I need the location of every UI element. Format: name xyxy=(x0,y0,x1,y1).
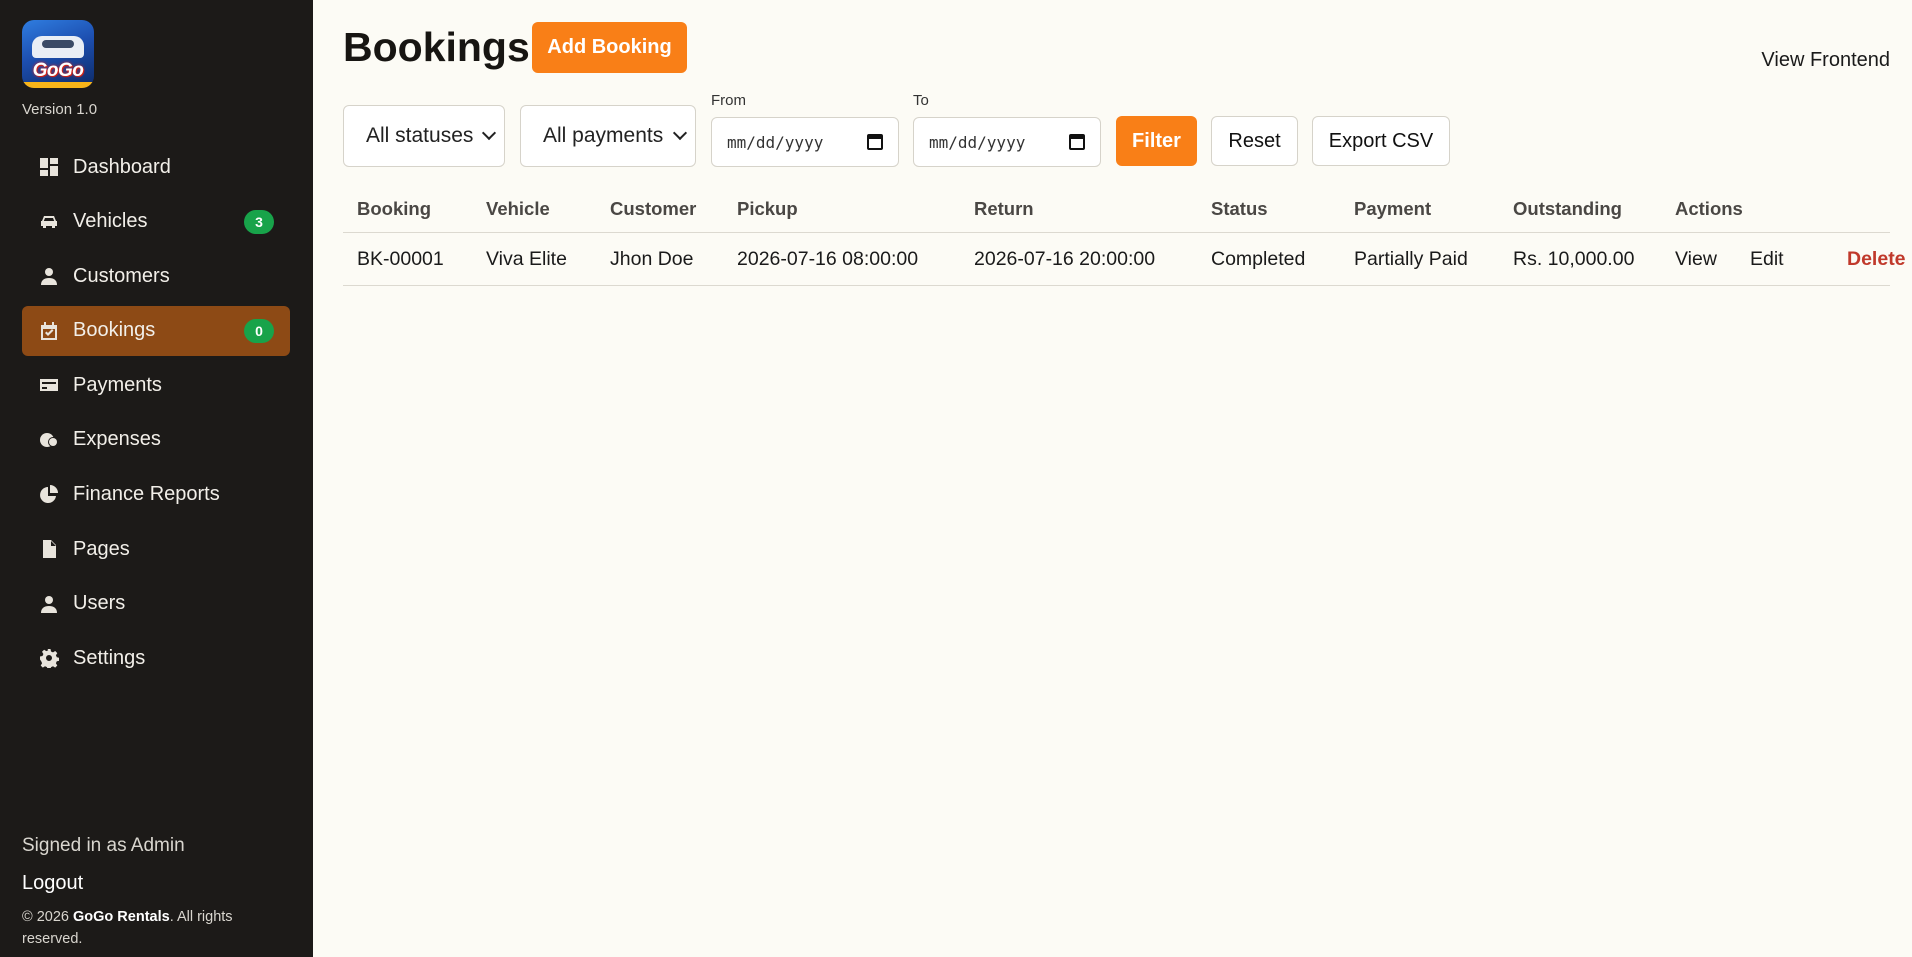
sidebar-item-expenses[interactable]: Expenses xyxy=(22,415,290,465)
reset-button[interactable]: Reset xyxy=(1211,116,1298,166)
sidebar-item-finance-reports[interactable]: Finance Reports xyxy=(22,470,290,520)
customer-cell: Jhon Doe xyxy=(610,248,694,270)
sidebar-item-label: Payments xyxy=(73,373,162,396)
from-label: From xyxy=(711,92,746,109)
column-header: Customer xyxy=(610,198,697,219)
signed-in-label: Signed in as Admin xyxy=(22,835,185,856)
table-header: Booking Vehicle Customer Pickup Return S… xyxy=(343,187,1890,233)
status-cell: Completed xyxy=(1211,248,1306,270)
sidebar-item-label: Bookings xyxy=(73,319,156,342)
sidebar-item-label: Expenses xyxy=(73,428,161,451)
column-header: Status xyxy=(1211,198,1268,219)
filter-button[interactable]: Filter xyxy=(1116,116,1197,166)
sidebar-item-bookings[interactable]: Bookings 0 xyxy=(22,305,290,356)
sidebar-item-payments[interactable]: Payments xyxy=(22,360,290,410)
delete-action-link[interactable]: Delete xyxy=(1847,248,1906,271)
from-date-input[interactable]: mm/dd/yyyy xyxy=(711,117,899,167)
edit-action-link[interactable]: Edit xyxy=(1750,248,1784,271)
car-graphic xyxy=(32,36,84,58)
credit-card-icon xyxy=(38,374,60,396)
chevron-down-icon xyxy=(672,125,688,141)
pie-chart-icon xyxy=(38,484,60,506)
sidebar-item-label: Settings xyxy=(73,646,146,669)
booking-id-cell: BK-00001 xyxy=(357,248,444,270)
sidebar-item-users[interactable]: Users xyxy=(22,579,290,629)
vehicles-count-badge: 3 xyxy=(244,209,274,234)
outstanding-cell: Rs. 10,000.00 xyxy=(1513,248,1635,270)
export-csv-button[interactable]: Export CSV xyxy=(1312,116,1450,166)
sidebar-item-label: Dashboard xyxy=(73,155,171,178)
return-cell: 2026-07-16 20:00:00 xyxy=(974,248,1156,270)
pickup-cell: 2026-07-16 08:00:00 xyxy=(737,248,919,270)
sidebar-item-label: Users xyxy=(73,592,126,615)
sidebar-item-label: Finance Reports xyxy=(73,483,220,506)
view-action-link[interactable]: View xyxy=(1675,248,1717,271)
car-icon xyxy=(38,211,60,233)
bookings-count-badge: 0 xyxy=(244,318,274,343)
column-header: Vehicle xyxy=(486,198,550,219)
sidebar: GoGo Version 1.0 Dashboard Vehicles 3 Cu… xyxy=(0,0,313,957)
version-label: Version 1.0 xyxy=(22,101,98,118)
file-icon xyxy=(38,538,60,560)
column-header: Payment xyxy=(1354,198,1432,219)
sidebar-item-label: Pages xyxy=(73,537,130,560)
add-booking-button[interactable]: Add Booking xyxy=(532,22,687,73)
sidebar-item-vehicles[interactable]: Vehicles 3 xyxy=(22,197,290,247)
to-label: To xyxy=(913,92,929,109)
coins-icon xyxy=(38,429,60,451)
table-row: BK-00001 Viva Elite Jhon Doe 2026-07-16 … xyxy=(343,233,1906,286)
calendar-check-icon xyxy=(38,320,60,342)
sidebar-item-label: Vehicles xyxy=(73,210,148,233)
calendar-icon[interactable] xyxy=(1069,134,1085,150)
vehicle-cell: Viva Elite xyxy=(486,248,567,270)
sidebar-nav: Dashboard Vehicles 3 Customers Bookings … xyxy=(22,142,290,688)
column-header: Outstanding xyxy=(1513,198,1622,219)
logo-text: GoGo xyxy=(32,60,84,81)
payment-select[interactable]: All payments xyxy=(520,105,696,167)
column-header: Actions xyxy=(1675,198,1743,219)
dashboard-icon xyxy=(38,156,60,178)
column-header: Return xyxy=(974,198,1034,219)
logout-link[interactable]: Logout xyxy=(22,872,83,895)
user-icon xyxy=(38,593,60,615)
page-title: Bookings xyxy=(343,24,530,70)
payment-cell: Partially Paid xyxy=(1354,248,1468,270)
sidebar-item-dashboard[interactable]: Dashboard xyxy=(22,142,290,192)
copyright: © 2026 GoGo Rentals. All rights reserved… xyxy=(22,909,233,947)
to-date-input[interactable]: mm/dd/yyyy xyxy=(913,117,1101,167)
calendar-icon[interactable] xyxy=(867,134,883,150)
status-select[interactable]: All statuses xyxy=(343,105,505,167)
gear-icon xyxy=(38,647,60,669)
main-content: Bookings Add Booking View Frontend All s… xyxy=(313,0,1912,957)
column-header: Pickup xyxy=(737,198,798,219)
sidebar-item-customers[interactable]: Customers xyxy=(22,251,290,301)
user-icon xyxy=(38,265,60,287)
sidebar-item-pages[interactable]: Pages xyxy=(22,524,290,574)
sidebar-item-settings[interactable]: Settings xyxy=(22,633,290,683)
app-logo[interactable]: GoGo xyxy=(22,20,94,88)
sidebar-item-label: Customers xyxy=(73,264,170,287)
view-frontend-link[interactable]: View Frontend xyxy=(1761,49,1890,72)
chevron-down-icon xyxy=(481,125,497,141)
column-header: Booking xyxy=(357,198,431,219)
bookings-table: Booking Vehicle Customer Pickup Return S… xyxy=(343,187,1906,286)
